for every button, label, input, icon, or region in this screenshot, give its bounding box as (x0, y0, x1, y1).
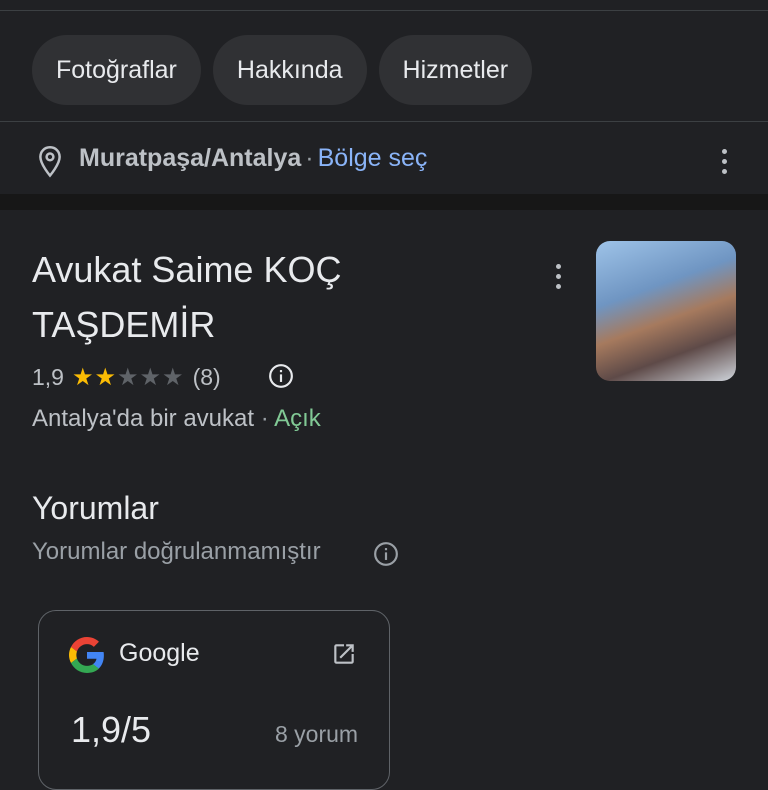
location-text: Muratpaşa/Antalya · Bölge seç (79, 144, 427, 173)
star-empty-icon: ★ (139, 364, 163, 391)
star-filled-icon: ★ (94, 364, 118, 391)
tab-chips: Fotoğraflar Hakkında Hizmetler (32, 35, 533, 105)
change-region-link[interactable]: Bölge seç (318, 144, 428, 172)
review-source-name: Google (119, 639, 200, 667)
reviews-subtitle-text: Yorumlar doğrulanmamıştır (32, 538, 321, 565)
business-title-line2: TAŞDEMİR (32, 304, 216, 345)
location-separator: · (305, 144, 314, 172)
review-source-card[interactable]: Google 1,9/5 8 yorum (38, 610, 390, 790)
open-status: Açık (274, 405, 321, 432)
business-photo[interactable] (596, 241, 736, 381)
subline-separator: · (260, 405, 269, 432)
business-title-line1: Avukat Saime KOÇ (32, 249, 342, 290)
review-score: 1,9/5 (71, 709, 152, 750)
location-pin-icon (39, 146, 61, 178)
location-place: Muratpaşa/Antalya (79, 144, 302, 172)
location-more-icon[interactable] (722, 149, 728, 174)
star-empty-icon: ★ (117, 364, 140, 391)
open-external-icon[interactable] (331, 641, 357, 667)
top-divider (0, 10, 768, 11)
info-icon[interactable] (268, 363, 294, 389)
section-separator (0, 194, 768, 210)
tab-about[interactable]: Hakkında (212, 35, 367, 105)
business-title[interactable]: Avukat Saime KOÇ TAŞDEMİR (32, 242, 452, 352)
rating-stars: ★ ★ ★ ★ ★ (72, 363, 185, 392)
rating-row: 1,9 ★ ★ ★ ★ ★ (8) (32, 363, 221, 392)
location-bar: Muratpaşa/Antalya · Bölge seç (0, 122, 768, 194)
listing-more-icon[interactable] (556, 264, 562, 289)
review-source-count: 8 yorum (275, 721, 359, 747)
business-subline: Antalya'da bir avukat · Açık (32, 405, 321, 433)
star-filled-icon: ★ (71, 364, 95, 391)
rating-value: 1,9 (32, 364, 64, 390)
tab-services[interactable]: Hizmetler (378, 35, 533, 105)
reviews-heading: Yorumlar (32, 490, 159, 526)
google-logo-icon (69, 637, 104, 673)
review-count[interactable]: (8) (193, 364, 221, 391)
reviews-subtitle: Yorumlar doğrulanmamıştır (32, 538, 321, 566)
business-category: Antalya'da bir avukat (32, 405, 255, 432)
info-icon[interactable] (373, 541, 399, 567)
star-empty-icon: ★ (162, 364, 185, 391)
tab-photos[interactable]: Fotoğraflar (32, 35, 201, 105)
